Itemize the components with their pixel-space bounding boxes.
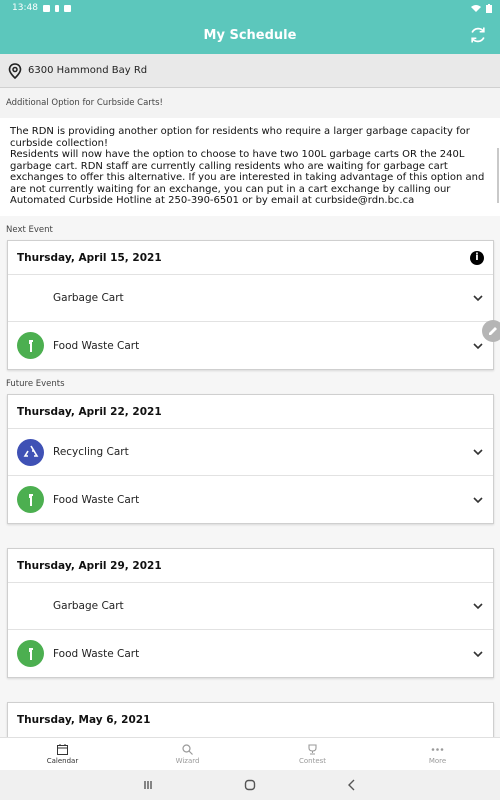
notice-body-text: The RDN is providing another option for … [10, 126, 485, 206]
event-date-header: Thursday, April 22, 2021 [8, 395, 493, 429]
system-nav-bar [0, 770, 500, 800]
list-item-recycling-cart[interactable]: Recycling Cart [8, 429, 493, 476]
food-waste-icon [17, 486, 44, 513]
chevron-down-icon[interactable] [472, 494, 484, 506]
list-item-garbage-cart[interactable]: Garbage Cart [8, 275, 493, 322]
garbage-cart-icon [17, 593, 44, 620]
next-event-card: Thursday, April 15, 2021 i Garbage Cart … [7, 240, 494, 370]
scrollbar[interactable] [497, 148, 499, 203]
event-date: Thursday, April 22, 2021 [17, 405, 162, 418]
chevron-down-icon[interactable] [472, 446, 484, 458]
app-notification-icon [63, 4, 71, 12]
list-item-food-waste-cart[interactable]: Food Waste Cart [8, 476, 493, 523]
event-date-header: Thursday, April 15, 2021 i [8, 241, 493, 275]
back-icon[interactable] [346, 779, 358, 791]
cart-label: Food Waste Cart [53, 339, 140, 352]
recycling-icon [17, 438, 44, 466]
event-date: Thursday, April 29, 2021 [17, 559, 162, 572]
address-bar[interactable]: 6300 Hammond Bay Rd [0, 54, 500, 88]
nav-label: Contest [298, 756, 327, 765]
home-icon[interactable] [244, 779, 256, 791]
event-date: Thursday, April 15, 2021 [17, 251, 162, 264]
wizard-search-icon [182, 743, 193, 755]
future-event-card: Thursday, April 29, 2021 Garbage Cart Fo… [7, 548, 494, 678]
cart-label: Recycling Cart [53, 446, 129, 458]
trophy-icon [308, 743, 317, 754]
nav-label: Calendar [46, 756, 79, 765]
event-date: Thursday, May 6, 2021 [17, 714, 151, 726]
cart-label: Garbage Cart [53, 600, 124, 612]
nav-calendar[interactable]: Calendar [0, 738, 125, 770]
cart-label: Food Waste Cart [53, 493, 140, 506]
garbage-cart-icon [17, 285, 44, 312]
status-time: 13:48 [12, 3, 38, 13]
list-item-garbage-cart[interactable]: Garbage Cart [8, 583, 493, 630]
page-title: My Schedule [203, 27, 297, 43]
chevron-down-icon[interactable] [472, 600, 484, 612]
address-text: 6300 Hammond Bay Rd [28, 65, 148, 76]
list-item-food-waste-cart[interactable]: Food Waste Cart [8, 630, 493, 677]
future-event-card: Thursday, April 22, 2021 Recycling Cart … [7, 394, 494, 524]
chevron-down-icon[interactable] [472, 292, 484, 304]
nav-label: More [428, 756, 447, 765]
app-bar: My Schedule [0, 16, 500, 54]
food-waste-icon [17, 332, 44, 359]
nav-more[interactable]: More [375, 738, 500, 770]
battery-icon [486, 3, 492, 13]
food-waste-icon [17, 640, 44, 667]
chevron-down-icon[interactable] [472, 648, 484, 660]
cart-label: Food Waste Cart [53, 647, 140, 660]
notice-body: The RDN is providing another option for … [0, 118, 500, 216]
edit-button[interactable] [482, 320, 500, 342]
more-dots-icon [431, 747, 444, 751]
status-bar: 13:48 [0, 0, 500, 16]
schedule-content[interactable]: 6300 Hammond Bay Rd Additional Option fo… [0, 54, 500, 737]
recents-icon[interactable] [142, 779, 154, 791]
event-date-header: Thursday, April 29, 2021 [8, 549, 493, 583]
nav-label: Wizard [175, 756, 200, 765]
wifi-icon [471, 5, 481, 12]
cart-label: Garbage Cart [53, 292, 124, 304]
info-icon[interactable]: i [470, 250, 484, 265]
future-events-label: Future Events [6, 379, 65, 389]
bottom-nav: Calendar Wizard Contest More [0, 737, 500, 770]
notice-title: Additional Option for Curbside Carts! [0, 88, 500, 118]
notification-icon [42, 4, 50, 12]
list-item-food-waste-cart[interactable]: Food Waste Cart [8, 322, 493, 369]
next-event-label: Next Event [6, 225, 53, 235]
download-icon [54, 4, 59, 12]
calendar-icon [57, 743, 68, 755]
nav-wizard[interactable]: Wizard [125, 738, 250, 770]
future-event-card: Thursday, May 6, 2021 [7, 702, 494, 737]
event-date-header: Thursday, May 6, 2021 [8, 703, 493, 737]
location-pin-icon [8, 62, 22, 79]
refresh-icon[interactable] [468, 25, 488, 45]
nav-contest[interactable]: Contest [250, 738, 375, 770]
